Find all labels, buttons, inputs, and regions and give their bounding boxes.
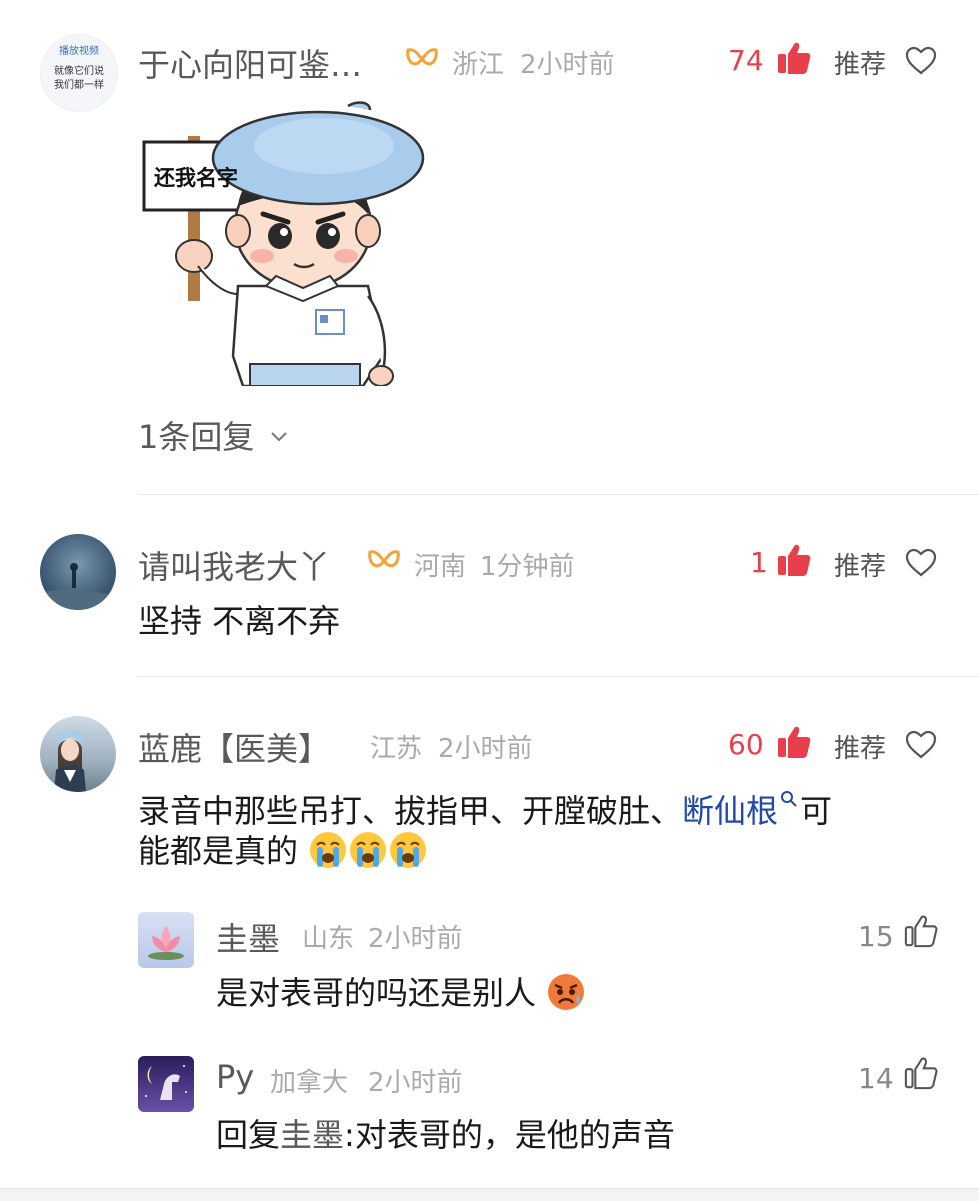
like-count: 74 xyxy=(728,44,764,77)
worried-emoji-icon xyxy=(546,972,586,1012)
reply-author[interactable]: Py xyxy=(216,1058,254,1096)
reply-location: 加拿大 xyxy=(270,1068,349,1098)
comment-author[interactable]: 请叫我老大丫 xyxy=(138,542,330,588)
comment-text: 录音中那些吊打、拔指甲、开膛破肚、 xyxy=(138,792,683,830)
like-count: 1 xyxy=(750,546,768,579)
recommend-label[interactable]: 推荐 xyxy=(834,546,886,583)
reply-location: 山东 xyxy=(302,924,355,954)
vip-badge-icon xyxy=(404,44,440,78)
heart-icon[interactable] xyxy=(904,730,938,764)
comment-text-line: 录音中那些吊打、拔指甲、开膛破肚、断仙根 可 xyxy=(138,778,832,832)
comment-time: 1分钟前 xyxy=(480,552,575,582)
heart-icon[interactable] xyxy=(904,46,938,80)
comment-text-line: 能都是真的 xyxy=(138,826,428,872)
search-icon[interactable] xyxy=(780,778,798,816)
reply-text-line: 回复圭墨:对表哥的，是他的声音 xyxy=(216,1110,675,1156)
avatar[interactable] xyxy=(138,912,194,968)
replies-label: 1条回复 xyxy=(138,418,255,456)
comment-location: 河南 xyxy=(414,552,467,582)
search-link[interactable]: 断仙根 xyxy=(682,792,778,830)
comment-time: 2小时前 xyxy=(520,50,615,80)
divider xyxy=(138,494,979,495)
reply-time: 2小时前 xyxy=(368,1068,463,1098)
like-count: 14 xyxy=(858,1062,894,1095)
reply-text: :对表哥的，是他的声音 xyxy=(344,1116,675,1154)
recommend-label[interactable]: 推荐 xyxy=(834,44,886,81)
crying-emoji-icon xyxy=(348,830,388,870)
thumbs-up-icon[interactable] xyxy=(904,914,938,952)
comment-location: 浙江 xyxy=(452,50,505,80)
heart-icon[interactable] xyxy=(904,548,938,582)
chevron-down-icon xyxy=(269,414,289,452)
comment-author[interactable]: 蓝鹿【医美】 xyxy=(138,724,330,770)
like-count: 15 xyxy=(858,920,894,953)
comment-time: 2小时前 xyxy=(438,734,533,764)
view-replies-button[interactable]: 1条回复 xyxy=(138,412,289,458)
avatar-text: 就像它们说 xyxy=(54,66,104,77)
like-filled-icon[interactable] xyxy=(776,40,812,80)
sticker-text: 还我名字 xyxy=(154,166,238,190)
avatar[interactable] xyxy=(138,1056,194,1112)
comment-location: 江苏 xyxy=(370,734,423,764)
thumbs-up-icon[interactable] xyxy=(904,1056,938,1094)
avatar[interactable] xyxy=(40,534,116,610)
comment-text: 可 xyxy=(800,792,833,830)
avatar[interactable]: 播放视频 就像它们说 我们都一样 xyxy=(40,34,118,112)
divider xyxy=(138,676,979,677)
comment-author[interactable]: 于心向阳可鉴… xyxy=(138,40,362,86)
crying-emoji-icon xyxy=(388,830,428,870)
comment-text: 能都是真的 xyxy=(138,832,299,870)
crying-emoji-icon xyxy=(308,830,348,870)
avatar-text: 播放视频 xyxy=(59,46,99,57)
avatar-text: 我们都一样 xyxy=(54,80,104,91)
reply-prefix: 回复 xyxy=(216,1116,281,1154)
vip-badge-icon xyxy=(366,546,402,580)
reply-text-line: 是对表哥的吗还是别人 xyxy=(216,968,586,1014)
recommend-label[interactable]: 推荐 xyxy=(834,728,886,765)
comment-text: 坚持 不离不弃 xyxy=(138,602,341,640)
reply-to-link[interactable]: 圭墨 xyxy=(280,1116,344,1154)
like-filled-icon[interactable] xyxy=(776,724,812,764)
bottom-bar xyxy=(0,1188,979,1201)
reply-text: 是对表哥的吗还是别人 xyxy=(216,974,537,1012)
like-filled-icon[interactable] xyxy=(776,542,812,582)
reply-author[interactable]: 圭墨 xyxy=(216,914,280,960)
like-count: 60 xyxy=(728,728,764,761)
sticker-image[interactable]: 还我名字 xyxy=(138,96,428,388)
reply-time: 2小时前 xyxy=(368,924,463,954)
avatar[interactable] xyxy=(40,716,116,792)
